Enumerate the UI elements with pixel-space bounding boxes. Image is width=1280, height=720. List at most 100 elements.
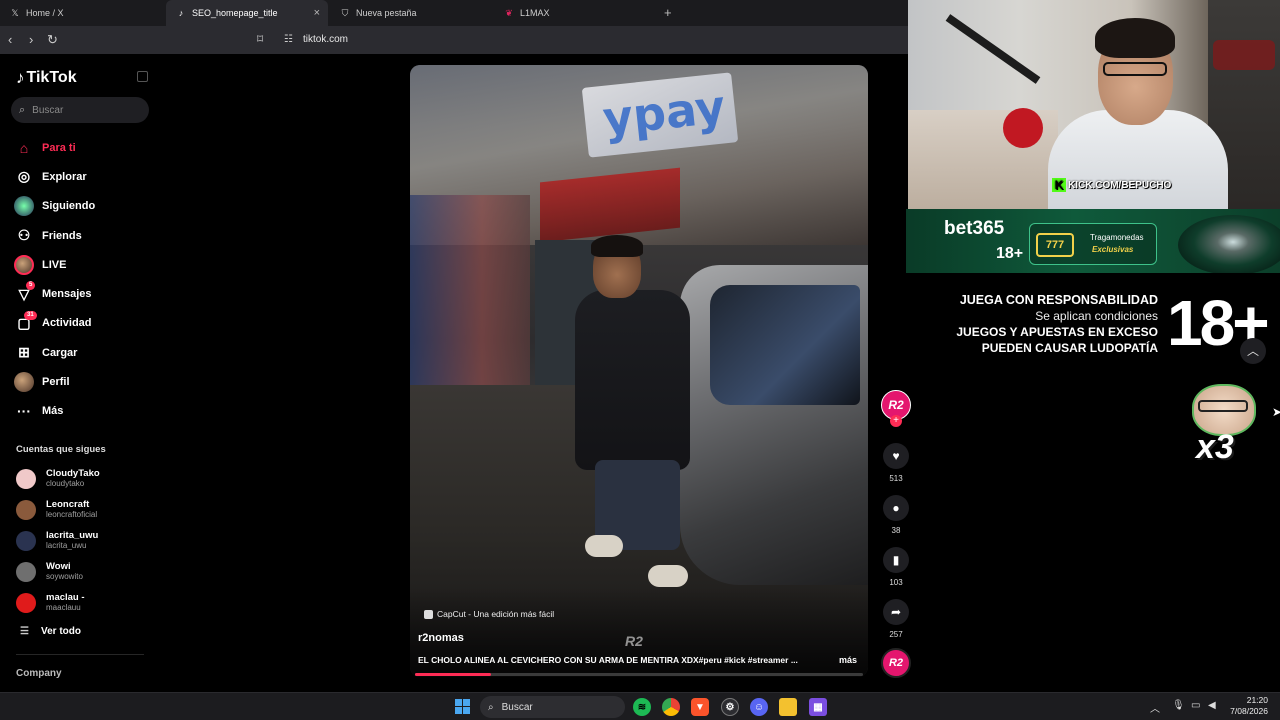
bookmark-icon[interactable]: ⌑ bbox=[257, 32, 263, 46]
reload-icon[interactable]: ↻ bbox=[47, 32, 58, 48]
upload-icon: ⊞ bbox=[18, 344, 30, 361]
save-button[interactable]: ▮ 103 bbox=[883, 547, 909, 587]
chrome-icon[interactable] bbox=[662, 698, 680, 716]
follow-plus-icon[interactable]: + bbox=[890, 415, 902, 427]
share-count: 257 bbox=[889, 630, 903, 639]
comment-icon: ● bbox=[883, 495, 909, 521]
following-avatar-icon bbox=[14, 196, 34, 217]
account-handle: cloudytako bbox=[46, 479, 85, 489]
kick-logo-icon: K bbox=[1052, 178, 1066, 192]
like-button[interactable]: ♥ 513 bbox=[883, 443, 909, 483]
nav-item-para-ti[interactable]: ⌂ Para ti bbox=[14, 133, 154, 162]
search-box[interactable]: ⌕ bbox=[11, 97, 149, 123]
capcut-link[interactable]: CapCut - Una edición más fácil bbox=[424, 609, 554, 619]
share-icon: ➦ bbox=[883, 599, 909, 625]
list-icon: ☰ bbox=[20, 626, 29, 637]
sidebar: ♪ TikTok ⌕ ⌂ Para ti ◎ Explorar Siguiend… bbox=[0, 54, 165, 694]
microphone-icon[interactable]: 🎙 bbox=[1172, 700, 1185, 711]
company-link[interactable]: Company bbox=[16, 668, 62, 679]
site-info-icon[interactable]: ☷ bbox=[284, 34, 293, 45]
following-item[interactable]: Leoncraft leoncraftoficial bbox=[16, 495, 156, 526]
resp-line3: JUEGOS Y APUESTAS EN EXCESO bbox=[956, 325, 1158, 339]
new-tab-button[interactable]: + bbox=[664, 5, 672, 20]
back-icon[interactable]: ‹ bbox=[8, 32, 12, 47]
video-description: EL CHOLO ALINEA AL CEVICHERO CON SU ARMA… bbox=[418, 655, 798, 665]
video-watermark: R2 bbox=[625, 633, 643, 649]
share-button[interactable]: ➦ 257 bbox=[883, 599, 909, 639]
video-progress-bar[interactable] bbox=[415, 673, 863, 676]
video-scene-shoe bbox=[648, 565, 688, 587]
following-item[interactable]: CloudyTako cloudytako bbox=[16, 464, 156, 495]
calculator-icon[interactable]: ▦ bbox=[809, 698, 827, 716]
tab-home-x[interactable]: 𝕏 Home / X bbox=[0, 0, 166, 26]
steam-icon[interactable]: ⚙ bbox=[721, 698, 739, 716]
following-section-title: Cuentas que sigues bbox=[16, 444, 106, 455]
tray-chevron-icon[interactable]: ︿ bbox=[1150, 700, 1160, 715]
network-icon[interactable]: ▭ bbox=[1191, 700, 1200, 711]
clock-date: 7/08/2026 bbox=[1230, 706, 1268, 716]
profile-avatar-icon bbox=[14, 372, 34, 393]
tab-l1max[interactable]: ❦ L1MAX bbox=[494, 0, 656, 26]
avatar bbox=[16, 500, 36, 521]
raspberry-icon: ❦ bbox=[505, 7, 513, 18]
more-button[interactable]: más bbox=[839, 655, 857, 665]
nav-item-actividad[interactable]: ▢ 31 Actividad bbox=[14, 309, 154, 338]
tab-new[interactable]: ⛉ Nueva pestaña bbox=[330, 0, 492, 26]
nav-label: Perfil bbox=[42, 376, 70, 389]
collapse-sidebar-icon[interactable] bbox=[137, 71, 148, 82]
nav-label: Más bbox=[42, 405, 64, 418]
brave-icon[interactable]: ▼ bbox=[691, 698, 709, 716]
following-item[interactable]: Wowi soywowito bbox=[16, 556, 156, 587]
nav-item-live[interactable]: LIVE bbox=[14, 250, 154, 279]
file-explorer-icon[interactable] bbox=[779, 698, 797, 716]
search-input[interactable] bbox=[32, 104, 133, 116]
video-scene-person-hair bbox=[591, 235, 643, 257]
system-clock[interactable]: 21:20 7/08/2026 bbox=[1230, 695, 1268, 717]
video-author[interactable]: r2nomas bbox=[418, 632, 464, 644]
taskbar-search[interactable]: ⌕ Buscar bbox=[480, 696, 625, 718]
video-scene-car-window bbox=[710, 285, 860, 405]
spotify-icon[interactable]: ≋ bbox=[633, 698, 651, 716]
tab-title: SEO_homepage_title bbox=[192, 8, 278, 18]
account-name: maclau - bbox=[46, 591, 85, 603]
avatar bbox=[16, 592, 36, 613]
nav-item-explorar[interactable]: ◎ Explorar bbox=[14, 162, 154, 191]
comment-button[interactable]: ● 38 bbox=[883, 495, 909, 535]
nav-item-mensajes[interactable]: ▽ 5 Mensajes bbox=[14, 279, 154, 308]
discord-icon[interactable]: ☺ bbox=[750, 698, 768, 716]
nav-item-mas[interactable]: ··· Más bbox=[14, 397, 154, 426]
avatar bbox=[16, 530, 36, 551]
nav-item-friends[interactable]: ⚇ Friends bbox=[14, 221, 154, 250]
account-handle: lacrita_uwu bbox=[46, 540, 87, 550]
volume-icon[interactable]: ◀ bbox=[1208, 700, 1216, 711]
address-bar: ‹ › ↻ ⌑ ☷ tiktok.com bbox=[0, 26, 908, 54]
responsibility-notice: JUEGA CON RESPONSABILIDAD Se aplican con… bbox=[940, 292, 1158, 356]
forward-icon[interactable]: › bbox=[29, 32, 33, 47]
microphone-arm bbox=[945, 14, 1041, 84]
following-item[interactable]: lacrita_uwu lacrita_uwu bbox=[16, 526, 156, 557]
account-handle: soywowito bbox=[46, 571, 83, 581]
nav-item-perfil[interactable]: Perfil bbox=[14, 367, 154, 396]
tab-tiktok[interactable]: ♪ SEO_homepage_title × bbox=[166, 0, 328, 26]
banner-promo-box: 777 Tragamonedas Exclusivas bbox=[1029, 223, 1157, 265]
windows-start-icon[interactable] bbox=[455, 699, 470, 714]
account-name: Leoncraft bbox=[46, 499, 90, 511]
bet365-logo: bet365 bbox=[944, 218, 1005, 239]
sign-text: ypay bbox=[600, 79, 728, 146]
tiktok-logo[interactable]: ♪ TikTok bbox=[16, 68, 77, 88]
nav-item-siguiendo[interactable]: Siguiendo bbox=[14, 192, 154, 221]
see-all-link[interactable]: ☰ Ver todo bbox=[20, 626, 81, 637]
previous-video-button[interactable]: ︿ bbox=[1240, 338, 1266, 364]
account-handle: maaclauu bbox=[46, 602, 81, 612]
music-disc[interactable]: R2 bbox=[881, 648, 911, 678]
nav-item-cargar[interactable]: ⊞ Cargar bbox=[14, 338, 154, 367]
close-tab-icon[interactable]: × bbox=[314, 7, 320, 19]
video-player[interactable]: ypay CapCut - Una edición más fácil r2no… bbox=[410, 65, 868, 677]
capcut-icon bbox=[424, 609, 433, 619]
compass-icon: ◎ bbox=[17, 168, 31, 185]
promo-line2: Exclusivas bbox=[1092, 245, 1134, 254]
url-field[interactable]: tiktok.com bbox=[303, 34, 348, 45]
following-item[interactable]: maclau - maaclauu bbox=[16, 587, 156, 618]
nav-label: Mensajes bbox=[42, 288, 92, 301]
emote-sticker: x3 bbox=[1186, 376, 1262, 476]
